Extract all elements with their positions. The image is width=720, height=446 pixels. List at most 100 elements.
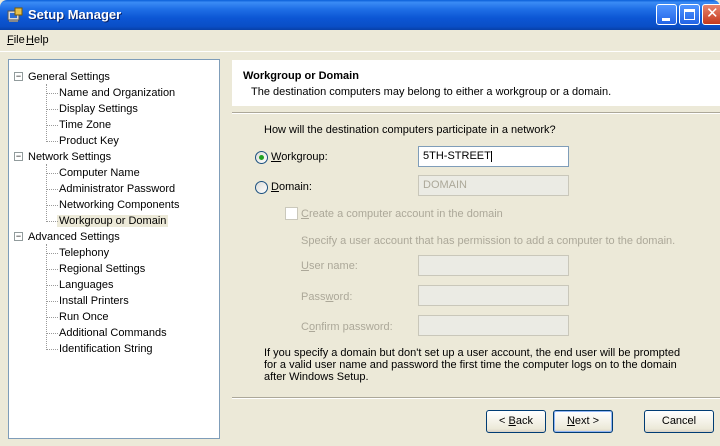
tree-connector [46, 109, 58, 110]
header-divider [232, 112, 720, 114]
tree-item-label: Name and Organization [59, 87, 176, 99]
tree-item[interactable]: Networking Components [59, 197, 179, 213]
page-description: The destination computers may belong to … [251, 86, 612, 98]
tree-item-label: Additional Commands [59, 327, 167, 339]
domain-label: Domain: [271, 181, 312, 193]
tree-item-label: Product Key [59, 135, 119, 147]
menu-help[interactable]: Help [26, 34, 49, 46]
tree-group[interactable]: − Network Settings [14, 149, 112, 165]
menu-file[interactable]: File [7, 34, 25, 46]
radio-selected-dot [259, 155, 264, 160]
tree-connector [46, 349, 58, 350]
page-header: Workgroup or Domain The destination comp… [232, 60, 720, 106]
tree-connector [46, 244, 47, 350]
confirm-password-input[interactable] [418, 315, 569, 336]
tree-connector [46, 253, 58, 254]
tree-item[interactable]: Additional Commands [59, 325, 167, 341]
specify-account-text: Specify a user account that has permissi… [301, 235, 676, 247]
tree-connector [46, 333, 58, 334]
title-bar[interactable]: Setup Manager ✕ [0, 0, 720, 30]
network-question: How will the destination computers parti… [264, 124, 556, 136]
tree-connector [46, 301, 58, 302]
tree-group[interactable]: − Advanced Settings [14, 229, 120, 245]
tree-connector [46, 269, 58, 270]
domain-input[interactable]: DOMAIN [418, 175, 569, 196]
collapse-icon[interactable]: − [14, 72, 23, 81]
page-title: Workgroup or Domain [243, 70, 359, 82]
username-label: User name: [301, 260, 358, 272]
minimize-icon [662, 18, 670, 21]
tree-connector [46, 125, 58, 126]
tree-item-label: Computer Name [59, 167, 140, 179]
create-account-checkbox[interactable] [285, 207, 298, 220]
tree-item[interactable]: Install Printers [59, 293, 129, 309]
tree-group-label: General Settings [28, 71, 110, 83]
domain-note-line-3: after Windows Setup. [264, 371, 369, 383]
tree-group[interactable]: − General Settings [14, 69, 110, 85]
domain-radio[interactable] [255, 181, 268, 194]
tree-item[interactable]: Computer Name [59, 165, 140, 181]
tree-item-label: Regional Settings [59, 263, 146, 275]
cancel-button[interactable]: Cancel [644, 410, 714, 433]
password-label: Password: [301, 291, 353, 303]
workgroup-input[interactable]: 5TH-STREET [418, 146, 569, 167]
tree-item[interactable]: Identification String [59, 341, 153, 357]
minimize-button[interactable] [656, 4, 677, 25]
tree-item[interactable]: Name and Organization [59, 85, 175, 101]
tree-connector [46, 84, 47, 142]
tree-item-label: Languages [59, 279, 114, 291]
tree-connector [46, 221, 58, 222]
tree-item-label: Run Once [59, 311, 109, 323]
tree-item[interactable]: Administrator Password [59, 181, 175, 197]
setup-manager-icon [7, 7, 23, 22]
tree-item-label: Telephony [59, 247, 110, 259]
back-button[interactable]: < Back [486, 410, 546, 433]
settings-tree[interactable]: − General Settings Name and Organization Di… [8, 59, 220, 439]
username-input[interactable] [418, 255, 569, 276]
collapse-icon[interactable]: − [14, 152, 23, 161]
tree-item[interactable]: Run Once [59, 309, 109, 325]
tree-item-label: Workgroup or Domain [57, 215, 169, 227]
tree-connector [46, 189, 58, 190]
tree-item-label: Identification String [59, 343, 153, 355]
tree-connector [46, 164, 47, 222]
tree-connector [46, 285, 58, 286]
domain-note-line-2: for a valid user name and password the f… [264, 359, 677, 371]
workgroup-radio[interactable] [255, 151, 268, 164]
maximize-icon [684, 9, 695, 20]
tree-connector [46, 317, 58, 318]
tree-item[interactable]: Telephony [59, 245, 109, 261]
tree-item-label: Install Printers [59, 295, 129, 307]
maximize-button[interactable] [679, 4, 700, 25]
footer-divider [232, 397, 720, 399]
window-title: Setup Manager [28, 7, 122, 22]
tree-connector [46, 141, 58, 142]
create-account-label: Create a computer account in the domain [301, 208, 503, 220]
text-cursor [490, 150, 492, 162]
tree-connector [46, 173, 58, 174]
tree-item-label: Administrator Password [59, 183, 176, 195]
domain-note-line-1: If you specify a domain but don't set up… [264, 347, 681, 359]
tree-item[interactable]: Display Settings [59, 101, 138, 117]
workgroup-label: Workgroup: [271, 151, 328, 163]
tree-connector [46, 93, 58, 94]
tree-item[interactable]: Time Zone [59, 117, 111, 133]
close-icon: ✕ [706, 5, 719, 22]
close-button[interactable]: ✕ [702, 4, 720, 25]
tree-group-label: Network Settings [28, 151, 112, 163]
tree-item-label: Time Zone [59, 119, 112, 131]
confirm-password-label: Confirm password: [301, 321, 393, 333]
window-bottom-edge [0, 441, 720, 446]
tree-group-label: Advanced Settings [28, 231, 120, 243]
tree-connector [46, 205, 58, 206]
collapse-icon[interactable]: − [14, 232, 23, 241]
next-button[interactable]: Next > [553, 410, 613, 433]
tree-item-label: Networking Components [59, 199, 180, 211]
tree-item[interactable]: Regional Settings [59, 261, 145, 277]
menu-bar: File Help [0, 30, 720, 52]
tree-item[interactable]: Languages [59, 277, 113, 293]
password-input[interactable] [418, 285, 569, 306]
tree-item[interactable]: Product Key [59, 133, 119, 149]
tree-item-label: Display Settings [59, 103, 138, 115]
tree-item[interactable]: Workgroup or Domain [57, 213, 169, 229]
